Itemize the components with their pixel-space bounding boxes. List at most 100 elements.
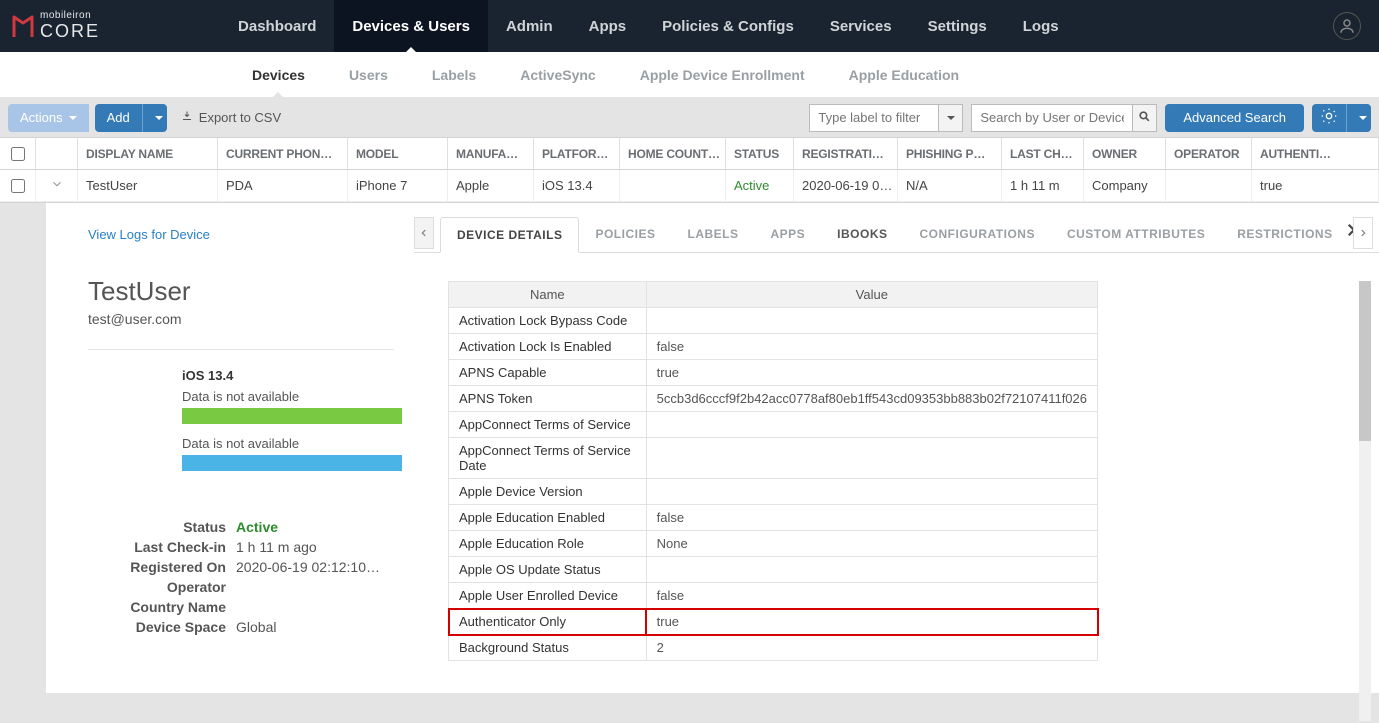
actions-button[interactable]: Actions: [8, 104, 89, 132]
caret-down-icon: [1359, 116, 1367, 124]
cell-operator: [1166, 170, 1252, 201]
export-csv-link[interactable]: Export to CSV: [173, 110, 289, 125]
subnav-item-devices[interactable]: Devices: [230, 52, 327, 97]
col-registration[interactable]: REGISTRATI…: [794, 138, 898, 169]
col-display-name[interactable]: DISPLAY NAME: [78, 138, 218, 169]
settings-dropdown-button[interactable]: [1346, 104, 1371, 132]
col-last-checkin[interactable]: LAST CH…: [1002, 138, 1084, 169]
scrollbar-thumb[interactable]: [1359, 281, 1371, 441]
label-filter-dropdown[interactable]: [939, 104, 963, 132]
detail-cell-value: [646, 308, 1097, 334]
detail-row: APNS Token5ccb3d6cccf9f2b42acc0778af80eb…: [449, 386, 1098, 412]
subnav-item-users[interactable]: Users: [327, 52, 410, 97]
tab-scroll-left[interactable]: [414, 217, 434, 249]
nav-item-dashboard[interactable]: Dashboard: [220, 0, 334, 52]
detail-tabs: DEVICE DETAILSPOLICIESLABELSAPPSIBOOKSCO…: [414, 217, 1379, 253]
storage-bar-2: [182, 455, 402, 471]
detail-row: Authenticator Onlytrue: [449, 609, 1098, 635]
user-avatar-icon[interactable]: [1333, 12, 1361, 40]
search-icon: [1138, 110, 1151, 126]
detail-row: AppConnect Terms of Service: [449, 412, 1098, 438]
label-filter-input[interactable]: [809, 104, 939, 132]
settings-button-group: [1312, 104, 1371, 132]
chevron-right-icon: [1358, 226, 1368, 241]
subnav-item-apple-device-enrollment[interactable]: Apple Device Enrollment: [618, 52, 827, 97]
tab-device-details[interactable]: DEVICE DETAILS: [440, 217, 579, 253]
detail-storage-na-1: Data is not available: [182, 389, 394, 404]
detail-cell-value: true: [646, 360, 1097, 386]
advanced-search-button[interactable]: Advanced Search: [1165, 104, 1304, 132]
caret-down-icon: [155, 116, 163, 124]
nav-item-settings[interactable]: Settings: [910, 0, 1005, 52]
tab-labels[interactable]: LABELS: [671, 217, 754, 252]
cell-phishing: N/A: [898, 170, 1002, 201]
col-authenticator[interactable]: AUTHENTI…: [1252, 138, 1379, 169]
device-detail-panel: View Logs for Device TestUser test@user.…: [46, 203, 1379, 693]
add-dropdown-button[interactable]: [142, 104, 167, 132]
logo-icon: [12, 13, 34, 39]
search-input[interactable]: [971, 104, 1133, 132]
col-current-phone[interactable]: CURRENT PHON…: [218, 138, 348, 169]
detail-row: Apple OS Update Status: [449, 557, 1098, 583]
th-name: Name: [449, 282, 647, 308]
detail-cell-value: true: [646, 609, 1097, 635]
tab-apps[interactable]: APPS: [754, 217, 821, 252]
subnav-item-activesync[interactable]: ActiveSync: [498, 52, 617, 97]
add-button[interactable]: Add: [95, 104, 142, 132]
detail-cell-value: false: [646, 583, 1097, 609]
detail-kv-key: Registered On: [88, 559, 236, 575]
detail-storage-na-2: Data is not available: [182, 436, 394, 451]
tab-restrictions[interactable]: RESTRICTIONS: [1221, 217, 1348, 252]
detail-cell-name: Apple OS Update Status: [449, 557, 647, 583]
view-logs-link[interactable]: View Logs for Device: [88, 227, 210, 242]
row-expander[interactable]: [50, 177, 64, 194]
detail-cell-name: AppConnect Terms of Service: [449, 412, 647, 438]
detail-kv-value: Global: [236, 619, 394, 635]
nav-item-apps[interactable]: Apps: [571, 0, 645, 52]
device-row[interactable]: TestUser PDA iPhone 7 Apple iOS 13.4 Act…: [0, 170, 1379, 202]
nav-item-services[interactable]: Services: [812, 0, 910, 52]
select-all-checkbox[interactable]: [11, 147, 25, 161]
nav-item-policies-configs[interactable]: Policies & Configs: [644, 0, 812, 52]
add-button-group: Add: [95, 104, 167, 132]
tab-configurations[interactable]: CONFIGURATIONS: [904, 217, 1051, 252]
chevron-left-icon: [419, 226, 429, 241]
detail-cell-name: Apple Device Version: [449, 479, 647, 505]
nav-item-logs[interactable]: Logs: [1005, 0, 1077, 52]
detail-cell-value: 5ccb3d6cccf9f2b42acc0778af80eb1ff543cd09…: [646, 386, 1097, 412]
cell-registration: 2020-06-19 0…: [794, 170, 898, 201]
col-phishing[interactable]: PHISHING P…: [898, 138, 1002, 169]
col-home-country[interactable]: HOME COUNT…: [620, 138, 726, 169]
detail-row: Apple Education Enabledfalse: [449, 505, 1098, 531]
search-button[interactable]: [1133, 104, 1157, 132]
nav-item-admin[interactable]: Admin: [488, 0, 571, 52]
detail-kv-key: Operator: [88, 579, 236, 595]
settings-gear-button[interactable]: [1312, 104, 1346, 132]
col-owner[interactable]: OWNER: [1084, 138, 1166, 169]
detail-panel-container: View Logs for Device TestUser test@user.…: [0, 203, 1379, 723]
brand-text-small: mobileiron: [40, 11, 100, 21]
subnav-item-apple-education[interactable]: Apple Education: [827, 52, 981, 97]
detail-kv-key: Last Check-in: [88, 539, 236, 555]
detail-cell-value: None: [646, 531, 1097, 557]
col-model[interactable]: MODEL: [348, 138, 448, 169]
tab-ibooks[interactable]: IBOOKS: [821, 217, 903, 252]
col-operator[interactable]: OPERATOR: [1166, 138, 1252, 169]
col-platform[interactable]: PLATFOR…: [534, 138, 620, 169]
col-manufacturer[interactable]: MANUFA…: [448, 138, 534, 169]
cell-home-country: [620, 170, 726, 201]
detail-main: DEVICE DETAILSPOLICIESLABELSAPPSIBOOKSCO…: [414, 203, 1379, 693]
col-status[interactable]: STATUS: [726, 138, 794, 169]
caret-down-icon: [69, 116, 77, 124]
row-checkbox[interactable]: [11, 179, 25, 193]
nav-item-devices-users[interactable]: Devices & Users: [334, 0, 488, 52]
subnav-item-labels[interactable]: Labels: [410, 52, 498, 97]
search-combo: [971, 104, 1157, 132]
tab-custom-attributes[interactable]: CUSTOM ATTRIBUTES: [1051, 217, 1221, 252]
detail-cell-name: APNS Token: [449, 386, 647, 412]
brand-logo: mobileiron CORE: [12, 11, 100, 42]
tab-scroll-right[interactable]: [1353, 217, 1373, 249]
tab-policies[interactable]: POLICIES: [579, 217, 671, 252]
detail-cell-value: false: [646, 505, 1097, 531]
sub-navbar: DevicesUsersLabelsActiveSyncApple Device…: [0, 52, 1379, 98]
